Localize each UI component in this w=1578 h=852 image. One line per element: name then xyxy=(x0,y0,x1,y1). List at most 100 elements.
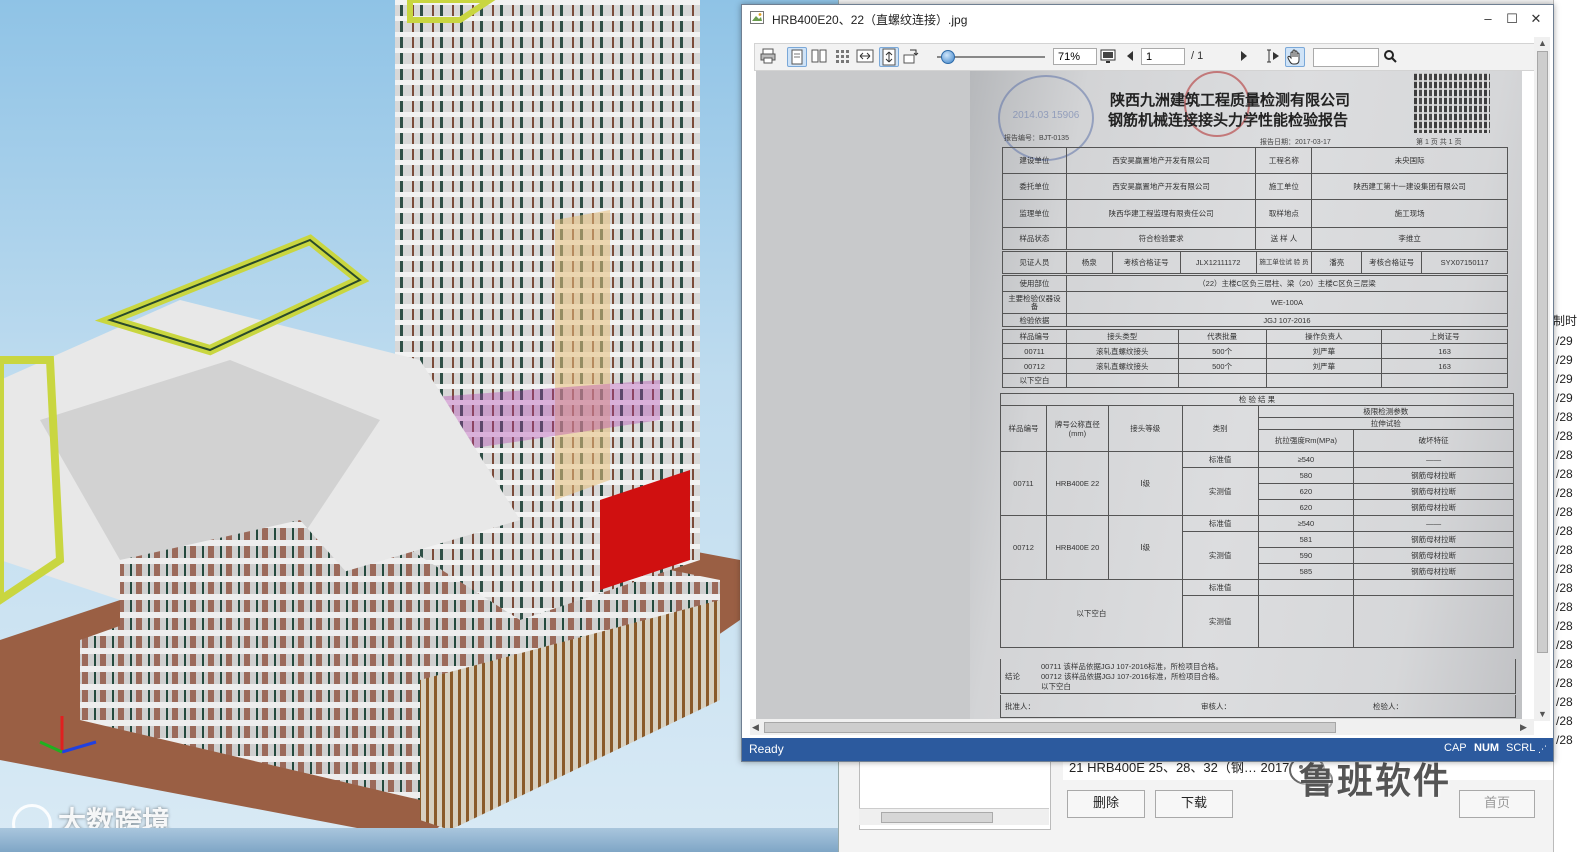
pan-tool-button[interactable] xyxy=(1285,47,1305,67)
viewer-toolbar: 71% 1 / 1 xyxy=(754,43,1539,71)
image-viewer-window[interactable]: HRB400E20、22（直螺纹连接）.jpg – ☐ ✕ 71% 1 / 1 … xyxy=(741,4,1554,762)
close-button[interactable]: ✕ xyxy=(1524,9,1548,29)
next-page-button[interactable] xyxy=(1235,47,1253,65)
col-header: 极限检测参数 xyxy=(1257,405,1514,418)
minimize-button[interactable]: – xyxy=(1476,9,1500,29)
search-button[interactable] xyxy=(1381,47,1399,65)
date-cell-edge: /28 xyxy=(1556,448,1573,462)
date-cell-edge: /28 xyxy=(1556,600,1573,614)
print-button[interactable] xyxy=(759,47,777,65)
cell: 163 xyxy=(1381,358,1508,374)
image-file-icon xyxy=(750,11,764,24)
scroll-right-icon[interactable]: ▶ xyxy=(1520,722,1527,733)
fullscreen-button[interactable] xyxy=(1099,47,1117,65)
single-page-button[interactable] xyxy=(787,47,807,67)
home-page-button[interactable]: 首页 xyxy=(1459,790,1535,818)
date-column-edge: /29/29/29/29/28/28/28/28/28/28/28/28/28 /… xyxy=(1553,0,1578,852)
blank-marker: 以下空白 xyxy=(1000,579,1183,648)
grid-icon xyxy=(836,50,849,63)
basis-label: 检验依据 xyxy=(1002,313,1067,327)
scrollbar-thumb[interactable] xyxy=(881,812,993,823)
table-row: 建设单位 西安昊赢置地产开发有限公司 工程名称 未央国际 xyxy=(1002,147,1508,174)
scroll-up-icon[interactable]: ▲ xyxy=(1538,38,1547,48)
report-number-value: BJT-0135 xyxy=(1039,135,1069,142)
inspector-sign-label: 检验人： xyxy=(1373,702,1403,711)
table-row: 样品状态 符合检验要求 送 样 人 李维立 xyxy=(1002,227,1508,250)
date-cell-edge: /28 xyxy=(1556,467,1573,481)
bim-3d-viewport[interactable]: 大数跨境 xyxy=(0,0,840,852)
cell: 刘严華 xyxy=(1265,343,1383,359)
date-cell-edge: /28 xyxy=(1556,486,1573,500)
date-cell-edge: /29 xyxy=(1556,353,1573,367)
monitor-icon xyxy=(1100,49,1116,63)
status-text: Ready xyxy=(749,742,784,756)
cell: 585 xyxy=(1257,563,1355,580)
cell: 滚轧直螺纹接头 xyxy=(1065,358,1179,374)
usage-label: 使用部位 xyxy=(1002,275,1067,292)
report-date-label: 报告日期： xyxy=(1260,139,1295,146)
vertical-scrollbar-thumb[interactable] xyxy=(1537,51,1548,653)
signature-row: 批准人： 审核人： 检验人： xyxy=(1000,695,1516,718)
horizontal-scrollbar-thumb[interactable] xyxy=(764,722,1336,733)
page-number-input[interactable]: 1 xyxy=(1141,48,1185,65)
build-unit-value: 西安昊赢置地产开发有限公司 xyxy=(1065,147,1257,174)
fit-width-button[interactable] xyxy=(856,47,874,65)
column-header-edge: 制时 xyxy=(1553,314,1578,328)
cell: 标准值 xyxy=(1181,515,1259,532)
date-cell-edge: /28 xyxy=(1556,543,1573,557)
maximize-button[interactable]: ☐ xyxy=(1500,9,1524,29)
cell: 500个 xyxy=(1177,343,1267,359)
cell: 00712 xyxy=(1002,358,1067,374)
two-page-button[interactable] xyxy=(810,47,828,65)
cell: ≥540 xyxy=(1257,451,1355,468)
status-bar: Ready CAP NUM SCRL ⋰ xyxy=(742,738,1553,761)
cell: 钢筋母材拉断 xyxy=(1353,499,1514,516)
table-row: 以下空白 标准值 xyxy=(1000,579,1514,648)
download-button[interactable]: 下载 xyxy=(1155,790,1233,818)
witness-table: 见证人员 杨泉 考核合格证号 JLX12111172 施工单位试 验 员 潘亮 … xyxy=(1002,251,1508,274)
delete-button[interactable]: 删除 xyxy=(1067,790,1145,818)
rotate-icon xyxy=(903,49,919,64)
scroll-left-icon[interactable]: ◀ xyxy=(752,722,759,733)
image-canvas[interactable]: 2014.03 15906 陕西九洲建筑工程质量检测有限公司 钢筋机械连接接头力… xyxy=(756,71,1522,719)
cell: 620 xyxy=(1257,483,1355,500)
horizontal-scrollbar[interactable]: ◀ ▶ xyxy=(750,719,1534,735)
left-panel-scrollbar[interactable] xyxy=(859,808,1049,825)
sender-value: 李维立 xyxy=(1311,227,1508,250)
table-row: 00712 滚轧直螺纹接头 500个 刘严華 163 xyxy=(1002,358,1508,374)
cell: 实测值 xyxy=(1181,531,1259,580)
table-row: 以下空白 xyxy=(1002,373,1508,388)
resize-grip-icon[interactable]: ⋰ xyxy=(1538,744,1547,755)
date-cell-edge: /29 xyxy=(1556,372,1573,386)
vertical-scrollbar[interactable]: ▲ ▼ xyxy=(1534,37,1550,721)
thumbnail-grid-button[interactable] xyxy=(833,47,851,65)
table-row: 主要检验仪器设备 WE-100A xyxy=(1002,291,1509,314)
previous-page-button[interactable] xyxy=(1121,47,1139,65)
date-cell-edge: /28 xyxy=(1556,676,1573,690)
fit-height-button[interactable] xyxy=(879,47,899,67)
text-cursor-icon xyxy=(1267,49,1279,63)
zoom-level-input[interactable]: 71% xyxy=(1053,48,1097,65)
report-organization: 陕西九洲建筑工程质量检测有限公司 xyxy=(1110,92,1351,109)
cell: 590 xyxy=(1257,547,1355,564)
client-label: 委托单位 xyxy=(1002,173,1067,200)
date-cell-edge: /29 xyxy=(1556,391,1573,405)
search-input[interactable] xyxy=(1313,48,1379,67)
caps-lock-indicator: CAP xyxy=(1444,742,1467,754)
table-row: 00711 HRB400E 22 Ⅰ级 标准值 ≥540 —— xyxy=(1000,451,1514,516)
cell: 标准值 xyxy=(1181,579,1259,596)
cell: 实测值 xyxy=(1181,595,1259,648)
cell: 钢筋母材拉断 xyxy=(1353,563,1514,580)
title-bar[interactable]: HRB400E20、22（直螺纹连接）.jpg – ☐ ✕ xyxy=(742,5,1553,32)
search-icon xyxy=(1384,50,1397,63)
report-date: 报告日期：2017-03-17 xyxy=(1260,137,1331,147)
zoom-slider-handle[interactable] xyxy=(941,50,955,64)
rotate-button[interactable] xyxy=(902,47,920,65)
text-select-button[interactable] xyxy=(1263,47,1281,65)
report-number-label: 报告编号： xyxy=(1004,135,1039,142)
scroll-down-icon[interactable]: ▼ xyxy=(1538,709,1547,719)
page-total: / 1 xyxy=(1191,50,1204,62)
sampling-value: 施工现场 xyxy=(1311,199,1508,228)
date-cell-edge: /29 xyxy=(1556,334,1573,348)
cell: Ⅰ级 xyxy=(1107,515,1183,580)
